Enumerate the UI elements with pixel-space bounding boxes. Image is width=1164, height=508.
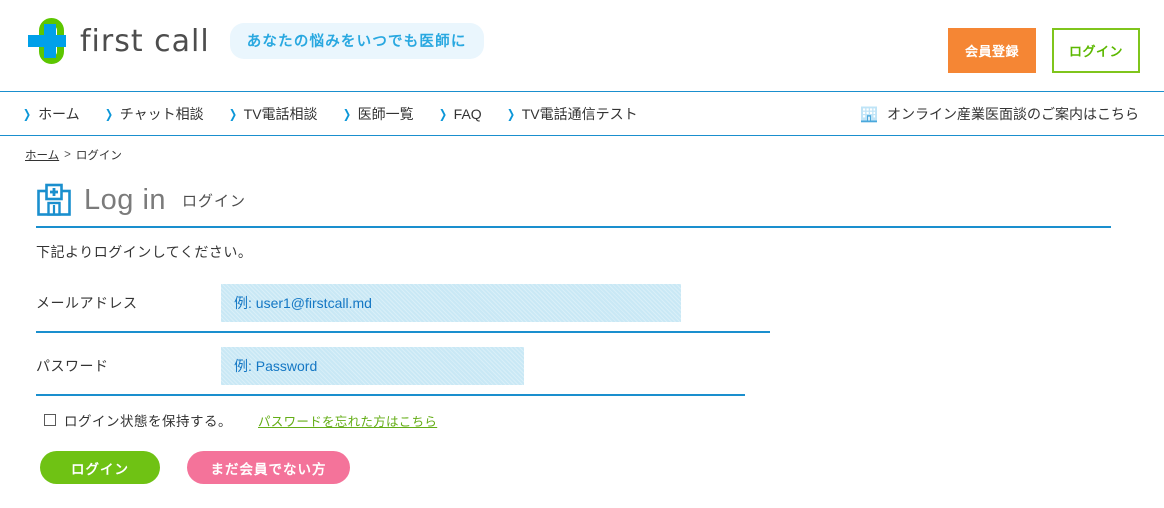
nav-item-list: ❯ ホーム ❯ チャット相談 ❯ TV電話相談 ❯ 医師一覧 ❯ FAQ ❯ T…	[0, 104, 638, 124]
not-a-member-button[interactable]: まだ会員でない方	[187, 451, 350, 484]
login-options-row: ログイン状態を保持する。 パスワードを忘れた方はこちら	[44, 410, 1164, 430]
chevron-right-icon: ❯	[438, 106, 447, 121]
chevron-right-icon: ❯	[342, 106, 351, 121]
nav-item-doctor-list[interactable]: ❯ 医師一覧	[342, 104, 414, 124]
nav-item-home[interactable]: ❯ ホーム	[22, 104, 80, 124]
password-row-divider	[36, 394, 745, 396]
password-row: パスワード	[36, 347, 1164, 396]
nav-right-link-label: オンライン産業医面談のご案内はこちら	[887, 105, 1139, 122]
breadcrumb-separator: >	[64, 149, 71, 161]
header-actions: 会員登録 ログイン	[948, 28, 1140, 73]
email-row-divider	[36, 331, 770, 333]
nav-item-tv-call-consult[interactable]: ❯ TV電話相談	[228, 104, 318, 124]
nav-item-tv-call-test[interactable]: ❯ TV電話通信テスト	[506, 104, 638, 124]
form-actions: ログイン まだ会員でない方	[40, 451, 1164, 484]
password-label: パスワード	[36, 358, 109, 374]
nav-item-label: TV電話相談	[243, 105, 318, 122]
nav-item-chat-consult[interactable]: ❯ チャット相談	[104, 104, 204, 124]
forgot-password-link[interactable]: パスワードを忘れた方はこちら	[258, 411, 437, 430]
page-title: Log in ログイン	[36, 182, 1111, 228]
header-tagline: あなたの悩みをいつでも医師に	[229, 23, 484, 59]
nav-item-label: 医師一覧	[357, 105, 414, 122]
site-header: first call あなたの悩みをいつでも医師に 会員登録 ログイン	[0, 0, 1164, 91]
page-title-en: Log in	[84, 183, 167, 216]
nav-item-label: TV電話通信テスト	[521, 105, 638, 122]
nav-item-label: チャット相談	[119, 105, 204, 122]
header-login-button[interactable]: ログイン	[1052, 28, 1140, 73]
breadcrumb-current: ログイン	[75, 150, 122, 162]
email-label: メールアドレス	[36, 295, 138, 311]
login-submit-button[interactable]: ログイン	[40, 451, 160, 484]
logo-text: first call	[80, 23, 210, 59]
nav-item-faq[interactable]: ❯ FAQ	[438, 106, 482, 122]
nav-item-label: ホーム	[38, 105, 80, 122]
chevron-right-icon: ❯	[104, 106, 113, 121]
first-call-cross-logo-icon	[28, 18, 66, 64]
nav-item-label: FAQ	[453, 105, 482, 122]
password-input[interactable]	[221, 347, 524, 385]
chevron-right-icon: ❯	[506, 106, 515, 121]
email-row: メールアドレス	[36, 284, 1164, 333]
remember-me-label[interactable]: ログイン状態を保持する。	[64, 410, 232, 430]
login-form: メールアドレス パスワード ログイン状態を保持する。 パスワードを忘れた方はこち…	[0, 284, 1164, 484]
register-button[interactable]: 会員登録	[948, 28, 1036, 73]
office-building-icon	[859, 104, 879, 124]
main-navigation: ❯ ホーム ❯ チャット相談 ❯ TV電話相談 ❯ 医師一覧 ❯ FAQ ❯ T…	[0, 91, 1164, 136]
intro-text: 下記よりログインしてください。	[36, 244, 253, 260]
breadcrumb-home-link[interactable]: ホーム	[25, 147, 59, 163]
brand-block[interactable]: first call あなたの悩みをいつでも医師に	[28, 18, 484, 64]
hospital-icon	[36, 182, 72, 218]
breadcrumb: ホーム > ログイン	[0, 136, 1164, 163]
page-title-jp: ログイン	[182, 192, 247, 210]
chevron-right-icon: ❯	[23, 106, 32, 121]
email-input[interactable]	[221, 284, 681, 322]
remember-me-checkbox[interactable]	[44, 414, 56, 426]
nav-online-occupational-physician-link[interactable]: オンライン産業医面談のご案内はこちら	[859, 104, 1139, 124]
chevron-right-icon: ❯	[228, 106, 237, 121]
